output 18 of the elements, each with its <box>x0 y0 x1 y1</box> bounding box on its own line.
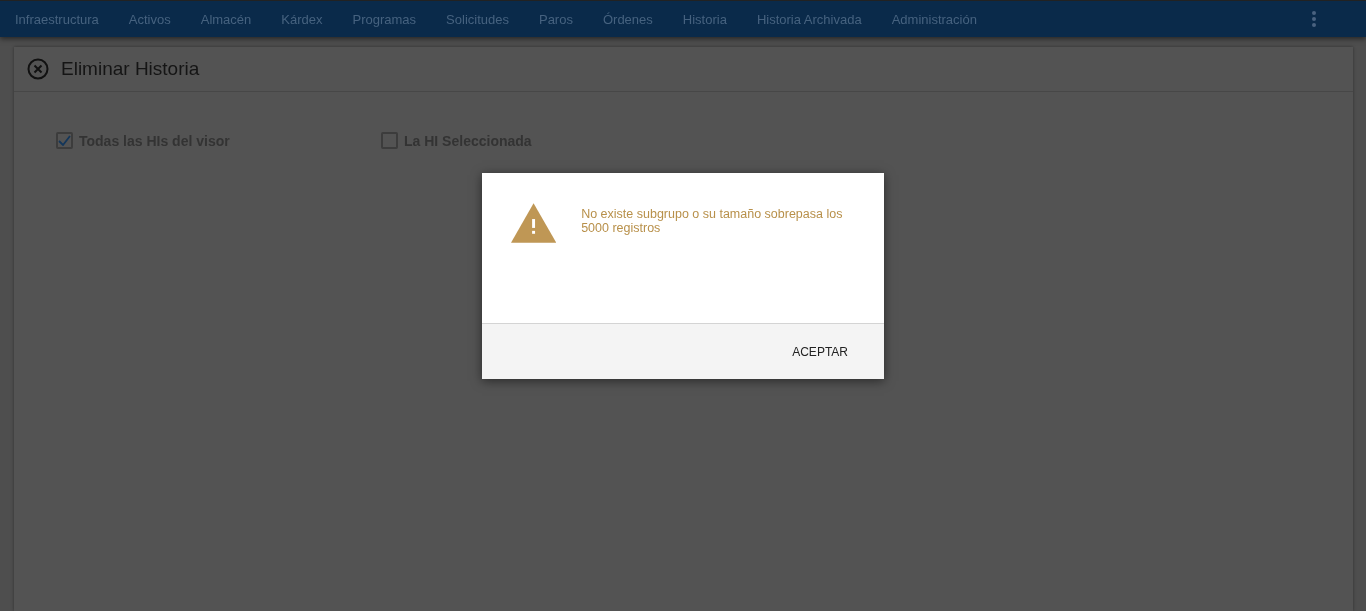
nav-link[interactable]: Almacén <box>200 11 252 27</box>
nav-link[interactable]: Historia Archivada <box>756 11 862 27</box>
panel-title: Eliminar Historia <box>61 58 200 80</box>
nav-link[interactable]: Administración <box>891 11 977 27</box>
accept-button[interactable]: ACEPTAR <box>780 338 860 365</box>
more-menu-icon[interactable] <box>1312 11 1316 27</box>
warning-icon <box>511 203 557 243</box>
nav-link[interactable]: Kárdex <box>281 11 323 27</box>
checkbox[interactable] <box>56 132 73 149</box>
nav-link[interactable]: Activos <box>128 11 171 27</box>
nav-link[interactable]: Solicitudes <box>446 11 509 27</box>
nav-link[interactable]: Paros <box>538 11 573 27</box>
close-icon[interactable] <box>27 58 49 80</box>
nav-link[interactable]: Órdenes <box>602 11 653 27</box>
alert-message: No existe subgrupo o su tamaño sobrepasa los 5000 registros <box>581 206 844 237</box>
nav-link[interactable]: Infraestructura <box>15 11 99 27</box>
nav-link[interactable]: Historia <box>682 11 727 27</box>
nav-link[interactable]: Programas <box>352 11 417 27</box>
